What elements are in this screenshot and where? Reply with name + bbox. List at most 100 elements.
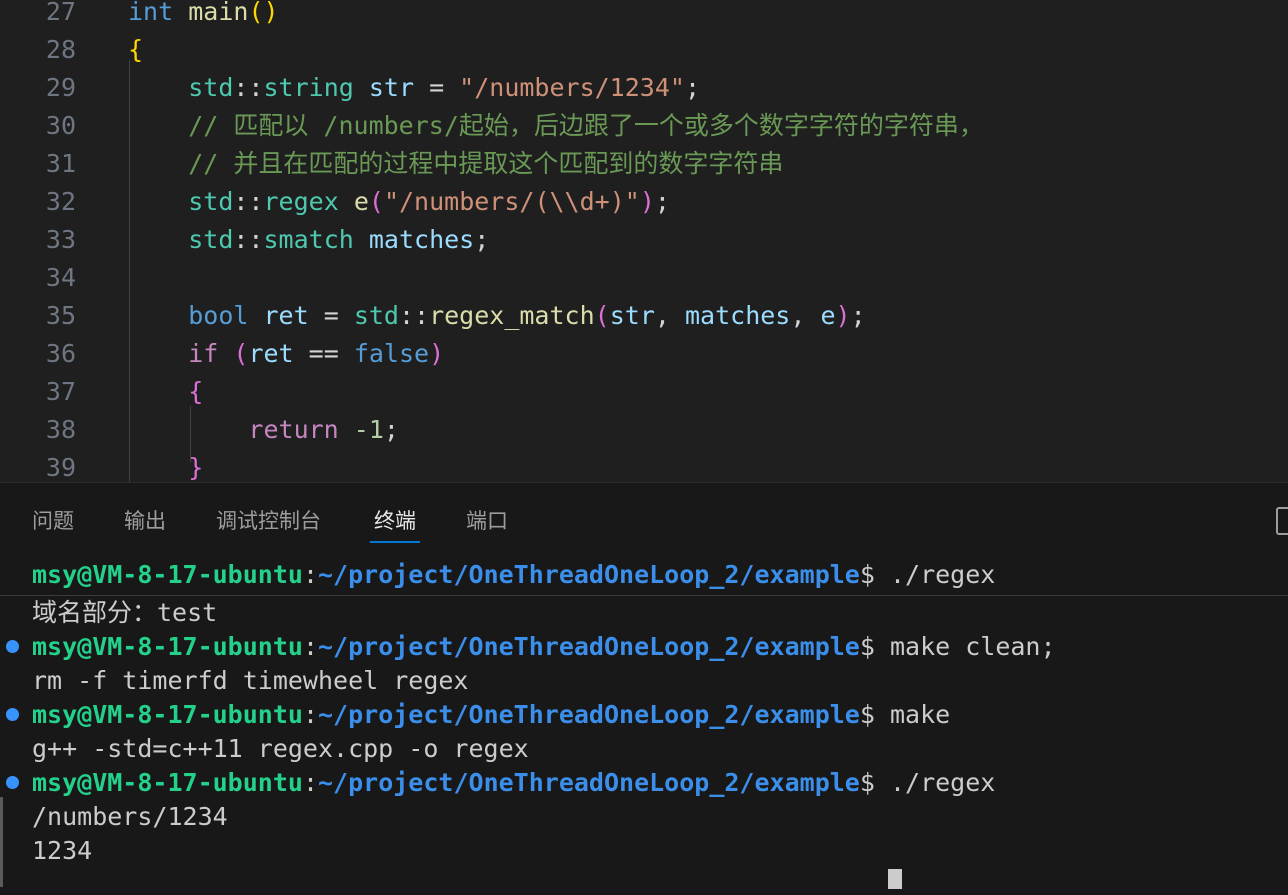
code-text: bool ret = std::regex_match(str, matches… <box>128 297 865 335</box>
line-number: 39 <box>45 453 76 482</box>
panel-tab[interactable]: 调试控制台 <box>212 505 325 541</box>
code-token: , <box>790 301 821 330</box>
code-token: ( <box>368 187 384 216</box>
code-line: 37 { <box>0 373 1288 411</box>
prompt-user: msy@VM-8-17-ubuntu <box>32 768 303 797</box>
terminal-command: ./regex <box>874 560 996 589</box>
prompt-symbol: $ <box>859 632 875 661</box>
code-text: } <box>128 449 203 482</box>
line-number: 29 <box>45 73 76 102</box>
code-text: return -1; <box>128 411 399 449</box>
terminal-output-line: /numbers/1234 <box>32 802 228 831</box>
code-token: "/numbers/(\\d+)" <box>383 187 640 216</box>
prompt-path: ~/project/OneThreadOneLoop_2/example <box>318 632 860 661</box>
code-token: ; <box>474 225 490 254</box>
prompt-user: msy@VM-8-17-ubuntu <box>32 700 303 729</box>
code-token: regex <box>263 187 339 216</box>
prompt-separator: : <box>302 632 318 661</box>
line-number: 33 <box>45 225 76 254</box>
code-text: { <box>128 373 203 411</box>
code-text: std::smatch matches; <box>128 221 489 259</box>
code-token: if <box>188 339 219 368</box>
bottom-panel: 问题 输出 调试控制台 终端 端口 msy@VM-8-17-ubuntu:~/proje… <box>0 482 1288 895</box>
code-token: { <box>188 377 204 406</box>
code-token: str <box>609 301 655 330</box>
code-token: == <box>293 339 354 368</box>
panel-tab[interactable]: 问题 <box>28 505 78 541</box>
code-token: std <box>188 73 234 102</box>
code-token: ; <box>383 415 399 444</box>
code-line: 34 <box>0 259 1288 297</box>
code-line: 32 std::regex e("/numbers/(\\d+)"); <box>0 183 1288 221</box>
command-decoration-icon[interactable] <box>6 640 19 653</box>
code-token: () <box>248 0 279 26</box>
code-token: bool <box>188 301 249 330</box>
code-text: if (ret == false) <box>128 335 444 373</box>
indent-guide <box>190 406 191 462</box>
terminal-prompt-line: msy@VM-8-17-ubuntu:~/project/OneThreadOn… <box>32 766 995 800</box>
panel-tab[interactable]: 终端 <box>370 505 420 543</box>
indent-guide <box>129 60 130 482</box>
code-token: main <box>188 0 249 26</box>
code-token: ret <box>248 339 294 368</box>
terminal-command: make clean; <box>874 632 1056 661</box>
command-decoration-icon[interactable] <box>6 708 19 721</box>
code-token: ; <box>654 187 670 216</box>
terminal-prompt-line: msy@VM-8-17-ubuntu:~/project/OneThreadOn… <box>32 558 995 592</box>
terminal-output-line: 域名部分：test <box>32 598 218 627</box>
code-token: ret <box>263 301 309 330</box>
code-token: "/numbers/1234" <box>459 73 685 102</box>
code-line: 35 bool ret = std::regex_match(str, matc… <box>0 297 1288 335</box>
code-token: e <box>820 301 836 330</box>
code-token: matches <box>368 225 475 254</box>
code-text: int main() <box>128 0 279 31</box>
code-token: ; <box>684 73 701 102</box>
code-line: 33 std::smatch matches; <box>0 221 1288 259</box>
panel-tab[interactable]: 端口 <box>462 505 512 541</box>
code-token: = <box>308 301 354 330</box>
prompt-user: msy@VM-8-17-ubuntu <box>32 560 303 589</box>
prompt-path: ~/project/OneThreadOneLoop_2/example <box>318 700 860 729</box>
code-token: :: <box>398 301 430 330</box>
code-token: // 并且在匹配的过程中提取这个匹配到的数字字符串 <box>188 149 784 178</box>
code-editor[interactable]: 27 int main() 28{29 std::string str = "/nu… <box>0 0 1288 482</box>
line-number: 35 <box>45 301 76 330</box>
code-text: { <box>128 31 143 69</box>
code-token: -1 <box>353 415 384 444</box>
code-token: std <box>188 225 234 254</box>
maximize-panel-icon[interactable] <box>1276 507 1288 535</box>
line-number: 27 <box>45 0 76 26</box>
code-line: 27 int main() <box>0 0 1288 31</box>
code-line: 29 std::string str = "/numbers/1234"; <box>0 69 1288 107</box>
line-number: 38 <box>45 415 76 444</box>
code-token: str <box>368 73 415 102</box>
code-token: :: <box>233 187 264 216</box>
prompt-separator: : <box>302 700 318 729</box>
line-number: 32 <box>45 187 76 216</box>
command-output-marker <box>0 797 3 887</box>
command-separator <box>0 595 1288 596</box>
code-line: 31 // 并且在匹配的过程中提取这个匹配到的数字字符串 <box>0 145 1288 183</box>
code-token: , <box>654 301 685 330</box>
panel-tab[interactable]: 输出 <box>120 505 170 541</box>
prompt-path: ~/project/OneThreadOneLoop_2/example <box>318 768 860 797</box>
line-number: 36 <box>45 339 76 368</box>
prompt-separator: : <box>302 560 318 589</box>
code-token: return <box>248 415 339 444</box>
code-token: std <box>188 187 234 216</box>
line-number: 30 <box>45 111 76 140</box>
command-decoration-icon[interactable] <box>6 776 19 789</box>
